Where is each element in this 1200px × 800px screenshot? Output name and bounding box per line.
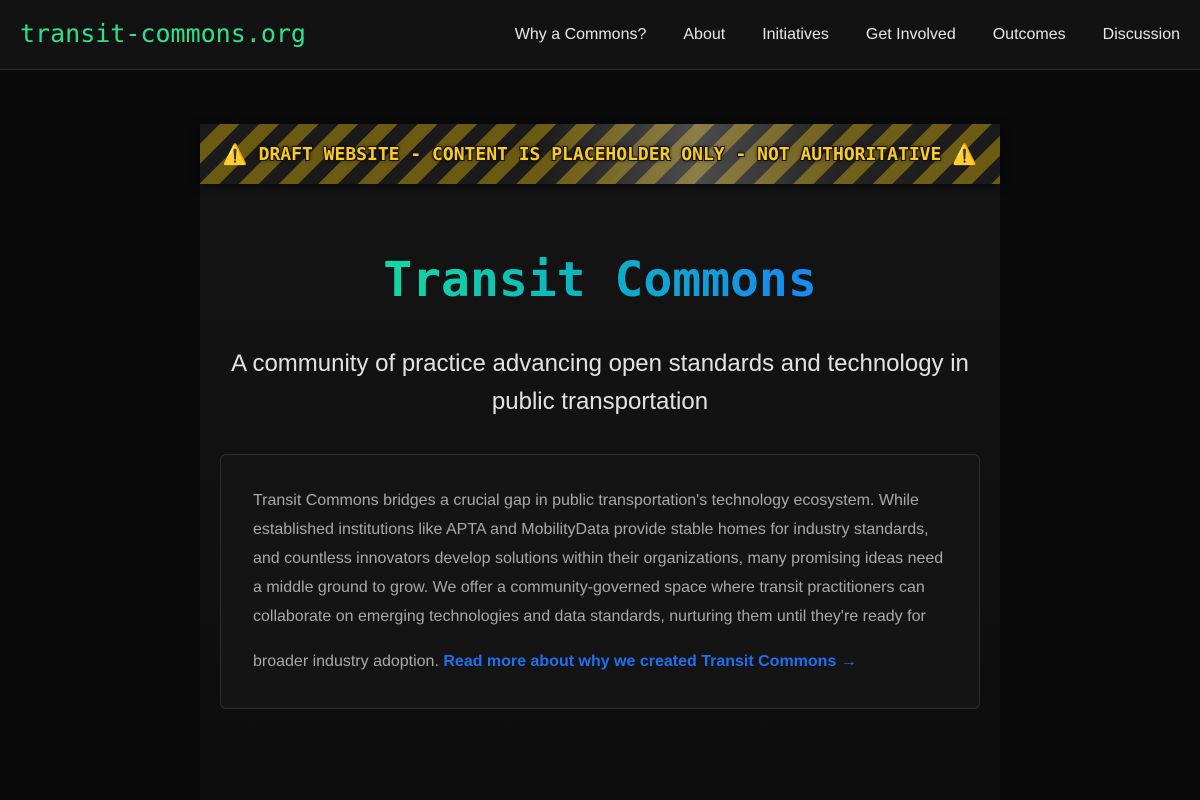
intro-paragraph: Transit Commons bridges a crucial gap in…	[253, 492, 944, 625]
nav-item-discussion[interactable]: Discussion	[1103, 25, 1180, 45]
site-brand-link[interactable]: transit-commons.org	[20, 18, 306, 50]
hero-title-wrap: Transit Commons	[200, 250, 1000, 310]
page-title: Transit Commons	[383, 252, 817, 308]
nav-item-initiatives[interactable]: Initiatives	[762, 25, 829, 45]
draft-warning-message: ⚠️ DRAFT WEBSITE - CONTENT IS PLACEHOLDE…	[223, 142, 977, 166]
main-nav: Why a Commons? About Initiatives Get Inv…	[515, 0, 1180, 70]
page-subtitle: A community of practice advancing open s…	[231, 350, 969, 415]
warning-icon: ⚠️	[222, 142, 248, 166]
nav-item-about[interactable]: About	[683, 25, 725, 45]
nav-item-get-involved[interactable]: Get Involved	[866, 25, 956, 45]
site-header: transit-commons.org Why a Commons? About…	[0, 0, 1200, 70]
nav-item-outcomes[interactable]: Outcomes	[993, 25, 1066, 45]
intro-box: Transit Commons bridges a crucial gap in…	[220, 454, 980, 709]
nav-item-why-a-commons[interactable]: Why a Commons?	[515, 25, 647, 45]
intro-tail: broader industry adoption. Read more abo…	[253, 647, 947, 676]
draft-warning-text: DRAFT WEBSITE - CONTENT IS PLACEHOLDER O…	[258, 144, 942, 165]
warning-icon: ⚠️	[952, 142, 978, 166]
read-more-link[interactable]: Read more about why we created Transit C…	[443, 653, 856, 670]
intro-tail-text: broader industry adoption.	[253, 653, 439, 670]
draft-warning-banner: ⚠️ DRAFT WEBSITE - CONTENT IS PLACEHOLDE…	[200, 124, 1000, 184]
hero-card: ⚠️ DRAFT WEBSITE - CONTENT IS PLACEHOLDE…	[200, 124, 1000, 800]
